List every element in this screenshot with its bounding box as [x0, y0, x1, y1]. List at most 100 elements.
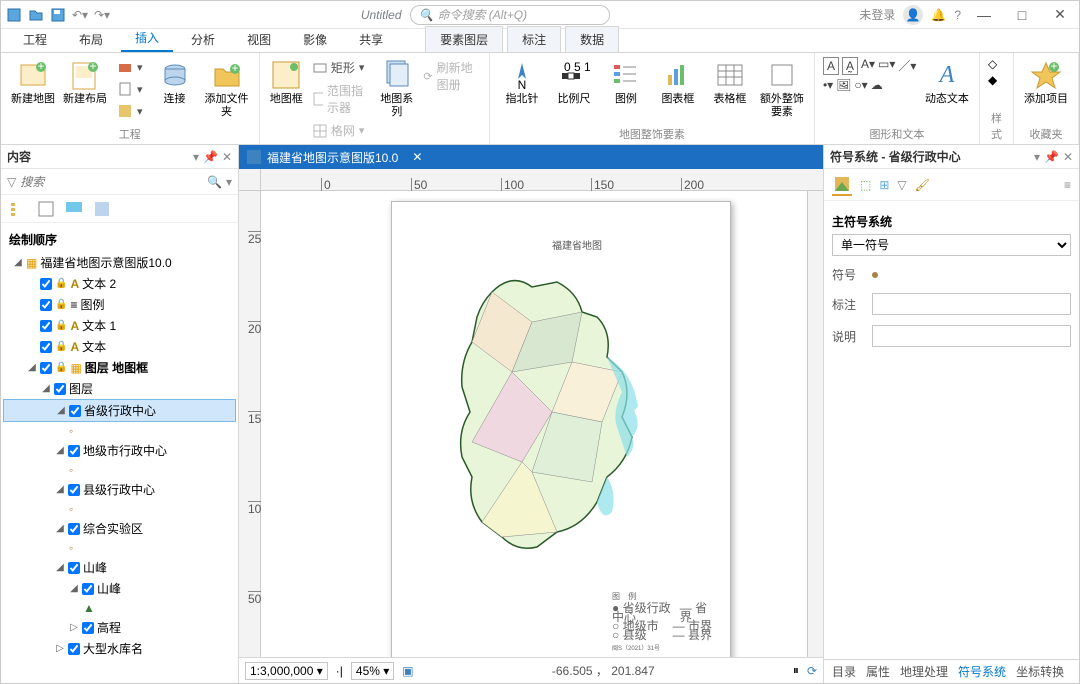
- tab-layout[interactable]: 布局: [65, 27, 117, 52]
- qat-save-icon[interactable]: [49, 6, 67, 24]
- legend-node[interactable]: 🔒≡图例: [3, 294, 236, 315]
- qat-new-icon[interactable]: [5, 6, 23, 24]
- line-draw-icon[interactable]: ／▾: [898, 57, 916, 75]
- brush-icon[interactable]: 🖌: [915, 178, 930, 192]
- connections-button[interactable]: 连接: [151, 57, 199, 108]
- qat-redo-icon[interactable]: ↷▾: [93, 6, 111, 24]
- layout-canvas[interactable]: 福建省地图 图 例 ● 省级行政中心— 省界: [261, 191, 807, 657]
- extent-indicator-button[interactable]: 范围指示器: [309, 80, 374, 118]
- map-series-button[interactable]: 地图系列: [378, 57, 415, 121]
- county-symbol[interactable]: ◦: [3, 500, 236, 518]
- grid-button[interactable]: 格网 ▾: [309, 120, 374, 141]
- bt-transform[interactable]: 坐标转换: [1016, 663, 1064, 680]
- new-map-button[interactable]: +新建地图: [9, 57, 57, 108]
- add-folder-button[interactable]: +添加文件夹: [203, 57, 251, 121]
- tab-close-icon[interactable]: ✕: [412, 150, 422, 164]
- layerframe-node[interactable]: ◢🔒▦图层 地图框: [3, 357, 236, 378]
- document-tab[interactable]: 福建省地图示意图版10.0 ✕: [239, 145, 430, 169]
- zone-symbol[interactable]: ◦: [3, 539, 236, 557]
- circle-draw-icon[interactable]: ○▾: [854, 78, 867, 92]
- zone-node[interactable]: ◢综合实验区: [3, 518, 236, 539]
- tab-share[interactable]: 共享: [345, 27, 397, 52]
- tab-analysis[interactable]: 分析: [177, 27, 229, 52]
- layer-group-node[interactable]: ◢图层: [3, 378, 236, 399]
- toolbox-icon[interactable]: ▾: [113, 57, 147, 77]
- rectangle-button[interactable]: 矩形 ▾: [309, 57, 374, 78]
- style-icon[interactable]: ◇: [988, 57, 997, 71]
- chart-frame-button[interactable]: 图表框: [654, 57, 702, 108]
- panel-close-icon[interactable]: ✕: [1063, 150, 1073, 164]
- peak-node[interactable]: ◢山峰: [3, 557, 236, 578]
- label-input[interactable]: [872, 293, 1071, 315]
- tab-feature-layer[interactable]: 要素图层: [425, 26, 503, 52]
- qat-undo-icon[interactable]: ↶▾: [71, 6, 89, 24]
- search-go-icon[interactable]: 🔍: [207, 175, 222, 189]
- tab-insert[interactable]: 插入: [121, 25, 173, 52]
- user-icon[interactable]: 👤: [903, 5, 923, 25]
- filter-icon[interactable]: ▽: [7, 175, 16, 189]
- login-state[interactable]: 未登录: [859, 6, 895, 23]
- minimize-button[interactable]: —: [969, 2, 999, 28]
- text1-node[interactable]: 🔒A文本 1: [3, 315, 236, 336]
- refresh-icon[interactable]: ⟳: [807, 664, 817, 678]
- tab-imagery[interactable]: 影像: [289, 27, 341, 52]
- map-frame-button[interactable]: 地图框: [268, 57, 305, 108]
- filter-sym-icon[interactable]: ▽: [897, 178, 906, 192]
- scale-bar-button[interactable]: 0 5 10比例尺: [550, 57, 598, 108]
- text-tool-icon[interactable]: A: [823, 57, 839, 75]
- text-small-icon[interactable]: A▾: [861, 57, 875, 75]
- county-center-node[interactable]: ◢县级行政中心: [3, 479, 236, 500]
- style-icon2[interactable]: ◆: [988, 73, 997, 87]
- point-draw-icon[interactable]: •▾: [823, 78, 833, 92]
- qat-open-icon[interactable]: [27, 6, 45, 24]
- search-menu-icon[interactable]: ▾: [226, 175, 232, 189]
- bt-catalog[interactable]: 目录: [832, 663, 856, 680]
- menu-icon[interactable]: ≡: [1064, 178, 1071, 192]
- close-button[interactable]: ✕: [1045, 2, 1075, 28]
- panel-dropdown-icon[interactable]: ▾: [1034, 150, 1040, 164]
- command-search[interactable]: 🔍 命令搜索 (Alt+Q): [410, 5, 610, 25]
- zoom-selector[interactable]: 45% ▾: [351, 662, 394, 680]
- text2-node[interactable]: 🔒A文本 2: [3, 273, 236, 294]
- root-node[interactable]: ◢▦福建省地图示意图版10.0: [3, 252, 236, 273]
- reservoir-node[interactable]: ▷大型水库名: [3, 638, 236, 659]
- panel-close-icon[interactable]: ✕: [222, 150, 232, 164]
- surround-extra-button[interactable]: 额外整饰要素: [758, 57, 806, 121]
- primary-symbology-icon[interactable]: [832, 174, 852, 196]
- list-by-drawing-icon[interactable]: [7, 198, 29, 220]
- peak-symbol[interactable]: ▲: [3, 599, 236, 617]
- pause-icon[interactable]: ⏸: [793, 663, 799, 678]
- north-arrow-button[interactable]: N指北针: [498, 57, 546, 108]
- dynamic-text-button[interactable]: A动态文本: [923, 57, 971, 108]
- bt-attributes[interactable]: 属性: [866, 663, 890, 680]
- tab-data[interactable]: 数据: [565, 26, 619, 52]
- panel-pin-icon[interactable]: 📌: [1044, 150, 1059, 164]
- legend-button[interactable]: 图例: [602, 57, 650, 108]
- tab-view[interactable]: 视图: [233, 27, 285, 52]
- text-node[interactable]: 🔒A文本: [3, 336, 236, 357]
- vary-by-attribute-icon[interactable]: ⬚: [860, 178, 871, 192]
- bt-geoprocessing[interactable]: 地理处理: [900, 663, 948, 680]
- tab-project[interactable]: 工程: [9, 27, 61, 52]
- symbol-preview[interactable]: [872, 272, 878, 278]
- panel-pin-icon[interactable]: 📌: [203, 150, 218, 164]
- zoom-tool-icon[interactable]: ▣: [402, 664, 413, 678]
- notification-icon[interactable]: 🔔: [931, 8, 946, 22]
- vertical-scrollbar[interactable]: [807, 191, 823, 657]
- desc-input[interactable]: [872, 325, 1071, 347]
- elev-node[interactable]: ▷高程: [3, 617, 236, 638]
- scale-selector[interactable]: 1:3,000,000 ▾: [245, 662, 328, 680]
- new-layout-button[interactable]: +新建布局: [61, 57, 109, 108]
- import-icon[interactable]: ▾: [113, 101, 147, 121]
- prov-center-node[interactable]: ◢省级行政中心: [3, 399, 236, 422]
- add-item-button[interactable]: +添加项目: [1022, 57, 1070, 108]
- list-by-source-icon[interactable]: [35, 198, 57, 220]
- help-icon[interactable]: ?: [954, 8, 961, 22]
- peak-sub-node[interactable]: ◢山峰: [3, 578, 236, 599]
- text-curve-icon[interactable]: A̰: [842, 57, 858, 75]
- list-by-selection-icon[interactable]: [63, 198, 85, 220]
- symbol-layers-icon[interactable]: ⊞: [879, 178, 889, 192]
- bt-symbology[interactable]: 符号系统: [958, 663, 1006, 680]
- table-frame-button[interactable]: 表格框: [706, 57, 754, 108]
- maximize-button[interactable]: □: [1007, 2, 1037, 28]
